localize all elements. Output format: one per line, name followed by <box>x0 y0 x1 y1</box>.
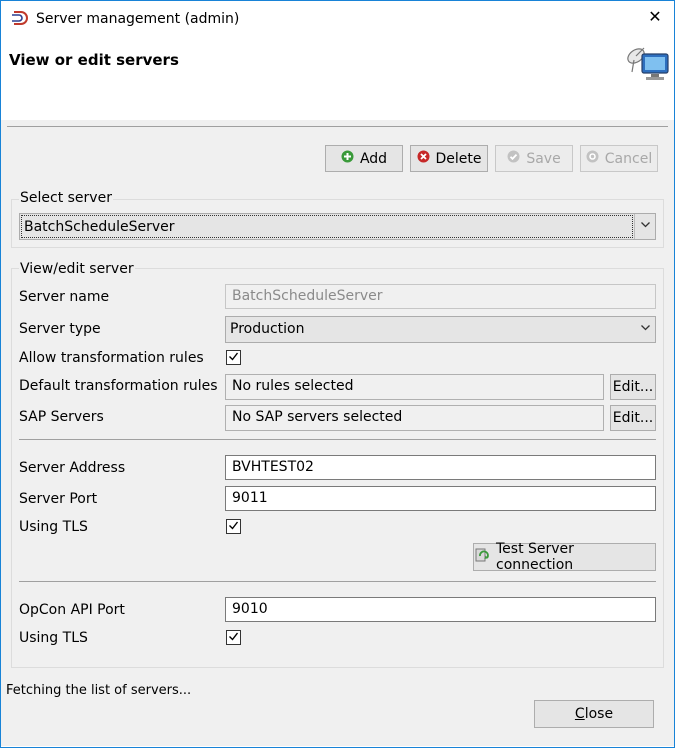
checkmark-icon <box>228 630 239 646</box>
satellite-monitor-icon <box>624 42 672 84</box>
title-bar[interactable]: Server management (admin) ✕ <box>1 1 674 35</box>
cancel-icon <box>586 150 599 167</box>
save-button[interactable]: Save <box>495 145 573 172</box>
close-label: lose <box>584 706 614 722</box>
page-title: View or edit servers <box>9 51 179 69</box>
server-select-value: BatchScheduleServer <box>24 219 175 235</box>
status-text: Fetching the list of servers... <box>6 683 192 698</box>
chevron-down-icon[interactable] <box>640 219 651 234</box>
server-type-select[interactable]: Production <box>225 316 656 343</box>
delete-icon <box>417 150 430 167</box>
add-button[interactable]: Add <box>325 145 403 172</box>
delete-button[interactable]: Delete <box>410 145 488 172</box>
close-icon[interactable]: ✕ <box>645 7 665 27</box>
section-divider <box>19 581 656 582</box>
opcon-tls-checkbox[interactable] <box>226 630 241 645</box>
cancel-button[interactable]: Cancel <box>580 145 658 172</box>
server-address-field[interactable]: BVHTEST02 <box>225 455 656 480</box>
test-connection-icon <box>474 547 490 567</box>
opcon-tls-label: Using TLS <box>19 630 88 646</box>
using-tls-label: Using TLS <box>19 519 88 535</box>
server-name-field[interactable]: BatchScheduleServer <box>225 284 656 309</box>
section-divider <box>19 439 656 440</box>
edit-sap-servers-button[interactable]: Edit... <box>610 405 656 431</box>
default-rules-label: Default transformation rules <box>19 378 218 394</box>
test-connection-label: Test Server connection <box>496 541 574 573</box>
opcon-port-field[interactable]: 9010 <box>225 597 656 622</box>
allow-rules-checkbox[interactable] <box>226 350 241 365</box>
default-rules-field: No rules selected <box>225 374 604 400</box>
edit-rules-button[interactable]: Edit... <box>610 374 656 400</box>
sap-servers-field: No SAP servers selected <box>225 405 604 431</box>
window-title: Server management (admin) <box>36 11 240 27</box>
combo-divider <box>634 214 635 239</box>
app-logo-icon <box>10 9 30 27</box>
server-port-field[interactable]: 9011 <box>225 486 656 511</box>
add-label: Add <box>359 150 388 167</box>
server-address-label: Server Address <box>19 460 126 476</box>
delete-label: Delete <box>435 150 482 167</box>
check-circle-icon <box>507 150 520 167</box>
allow-rules-label: Allow transformation rules <box>19 350 204 366</box>
server-select[interactable]: BatchScheduleServer <box>19 213 656 240</box>
checkmark-icon <box>228 350 239 366</box>
checkmark-icon <box>228 519 239 535</box>
sap-servers-label: SAP Servers <box>19 409 104 425</box>
using-tls-checkbox[interactable] <box>226 519 241 534</box>
chevron-down-icon[interactable] <box>640 322 651 337</box>
close-button[interactable]: Close <box>534 700 654 728</box>
close-mnemonic: C <box>574 706 585 722</box>
view-edit-label: View/edit server <box>19 261 135 277</box>
server-name-label: Server name <box>19 289 110 305</box>
save-label: Save <box>526 150 561 167</box>
server-type-value: Production <box>230 321 305 337</box>
plus-icon <box>341 150 354 167</box>
cancel-label: Cancel <box>604 150 653 167</box>
test-server-connection-button[interactable]: Test Server connection <box>473 541 656 573</box>
server-port-label: Server Port <box>19 491 98 507</box>
header-divider <box>7 126 668 127</box>
server-type-label: Server type <box>19 321 101 337</box>
select-server-label: Select server <box>19 190 113 206</box>
opcon-port-label: OpCon API Port <box>19 602 125 618</box>
